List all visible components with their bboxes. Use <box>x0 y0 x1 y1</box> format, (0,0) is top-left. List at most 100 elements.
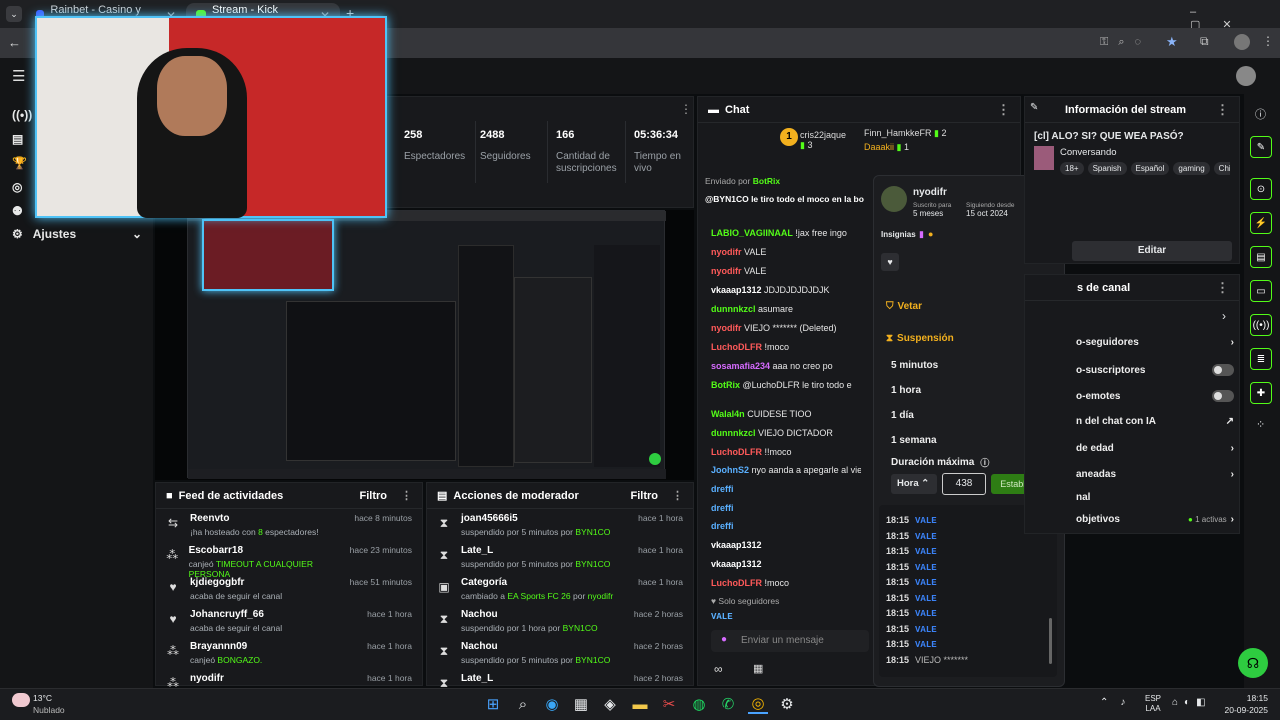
chat-message[interactable]: sosamafia234 aaa no creo po <box>711 361 861 371</box>
infinity-icon[interactable]: ∞ <box>714 662 723 676</box>
extensions-icon[interactable]: ⧉ <box>1200 34 1209 49</box>
kebab-menu-icon[interactable]: ⋮ <box>997 102 1010 118</box>
support-headset-icon[interactable]: ☊ <box>1238 648 1268 678</box>
settings-row[interactable]: n del chat con IA ↗ <box>1076 416 1234 427</box>
scrollbar[interactable] <box>1049 618 1052 664</box>
kebab-menu-icon[interactable]: ⋮ <box>680 102 692 116</box>
chat-message[interactable]: vkaaap1312 <box>711 559 861 569</box>
category-link[interactable]: Conversando <box>1060 147 1117 158</box>
toggle[interactable] <box>1212 390 1234 402</box>
pinned-message[interactable]: Enviado por BotRix @BYN1CO le tiro todo … <box>705 176 865 204</box>
chat-username[interactable]: dunnnkzcl <box>711 428 756 438</box>
unit-select[interactable]: Hora ⌃ <box>891 474 937 494</box>
chat-message[interactable]: dreffi <box>711 484 861 494</box>
chat-message[interactable]: LuchoDLFR !moco <box>711 578 861 588</box>
chat-message[interactable]: dunnnkzcl VIEJO DICTADOR <box>711 428 861 438</box>
edit-button[interactable]: Editar <box>1072 241 1232 261</box>
store-icon[interactable]: ▦ <box>753 662 763 675</box>
whatsapp-icon[interactable]: ✆ <box>718 694 738 714</box>
chat-username[interactable]: vkaaap1312 <box>711 540 762 550</box>
chat-username[interactable]: nyodifr <box>711 323 742 333</box>
list-item[interactable]: ⧗ Nachou suspendido por 5 minutos por BYN1… <box>427 641 693 673</box>
tag[interactable]: Español <box>1130 162 1170 175</box>
profile-avatar[interactable] <box>1234 34 1250 50</box>
chat-username[interactable]: JoohnS2 <box>711 465 749 475</box>
nav-item-stream[interactable]: ((•)) <box>12 108 32 122</box>
tray-icons-icon[interactable]: ⌃♪ <box>1100 697 1137 708</box>
settings-row[interactable]: o-suscriptores <box>1076 364 1234 376</box>
chat-input[interactable]: Enviar un mensaje <box>711 630 869 652</box>
edit-icon[interactable]: ✎ <box>1250 136 1272 158</box>
list-item[interactable]: ♥ kjdiegogbfr acaba de seguir el canal hace… <box>156 577 422 609</box>
emote-bar[interactable]: VALE <box>711 610 861 626</box>
chat-username[interactable]: LuchoDLFR <box>711 447 762 457</box>
list-item[interactable]: ⧗ joan45666i5 suspendido por 5 minutos por… <box>427 513 693 545</box>
chat-username[interactable]: dreffi <box>711 484 734 494</box>
list-item[interactable]: ⁂ nyodifr hace 1 hora <box>156 673 422 687</box>
chat-username[interactable]: Walal4n <box>711 409 745 419</box>
windows-start-icon[interactable]: ⊞ <box>483 694 503 714</box>
edge-icon[interactable]: ◉ <box>542 694 562 714</box>
chat-message[interactable]: JoohnS2 nyo aanda a apegarle al viejo k <box>711 465 861 475</box>
list-item[interactable]: ⇆ Reenvto ¡ha hosteado con 8 espectadores!… <box>156 513 422 545</box>
search-icon[interactable]: ⌕ <box>513 694 533 714</box>
chat-message[interactable]: dreffi <box>711 503 861 513</box>
chat-message[interactable]: nyodifr VIEJO ******* (Deleted) <box>711 323 861 333</box>
tag[interactable]: 18+ <box>1060 162 1084 175</box>
dots-icon[interactable]: ⁘ <box>1256 418 1265 431</box>
chat-username[interactable]: LuchoDLFR <box>711 342 762 352</box>
chat-icon[interactable]: ▭ <box>1250 280 1272 302</box>
chat-username[interactable]: sosamafia234 <box>711 361 770 371</box>
chat-username[interactable]: nyodifr <box>711 266 742 276</box>
kebab-menu-icon[interactable]: ⋮ <box>1216 102 1229 118</box>
top-gifter-3[interactable]: Daaakii ▮ 1 <box>864 142 909 153</box>
toggle[interactable] <box>1212 364 1234 376</box>
chat-username[interactable]: BotRix <box>711 380 740 390</box>
broadcast-icon[interactable]: ((•)) <box>1250 314 1272 336</box>
spotify-icon[interactable]: ◍ <box>689 694 709 714</box>
kebab-menu-icon[interactable]: ⋮ <box>672 489 683 502</box>
info-icon[interactable]: ⓘ <box>1255 106 1266 122</box>
language-indicator[interactable]: ESP LAA <box>1145 694 1161 714</box>
list-item[interactable]: ▣ Categoría cambiado a EA Sports FC 26 por… <box>427 577 693 609</box>
chat-message[interactable]: vkaaap1312 JDJDJDJDJDJK <box>711 285 861 295</box>
mod-filter-button[interactable]: Filtro <box>631 490 659 502</box>
nav-item-settings[interactable]: ⚙ Ajustes ⌄ <box>12 227 142 241</box>
chat-message[interactable]: dreffi <box>711 521 861 531</box>
list-item[interactable]: ⧗ Late_L hace 2 horas <box>427 673 693 687</box>
list-item[interactable]: ♥ Johancruyff_66 acaba de seguir el canal h… <box>156 609 422 641</box>
top-gifter-1[interactable]: cris22jaque ▮ 3 <box>800 130 846 151</box>
toolbar-icons-icon[interactable]: ⚿⌕◌ <box>1100 36 1151 49</box>
list-item[interactable]: ⧗ Nachou suspendido por 1 hora por BYN1CO h… <box>427 609 693 641</box>
chat-message[interactable]: Walal4n CUIDESE TIOO <box>711 409 861 419</box>
clock[interactable]: 18:15 20-09-2025 <box>1220 693 1268 715</box>
chat-username[interactable]: vkaaap1312 <box>711 559 762 569</box>
settings-row[interactable]: nal <box>1076 492 1234 503</box>
chat-username[interactable]: dreffi <box>711 521 734 531</box>
nav-item-e[interactable]: ◎ <box>12 180 22 194</box>
menu-icon[interactable]: ⋮ <box>1262 34 1274 48</box>
list-item[interactable]: ⁂ Escobarr18 canjeó TIMEOUT A CUALQUIER PE… <box>156 545 422 579</box>
nav-item-m[interactable]: ▤ <box>12 132 23 146</box>
chat-username[interactable]: LABIO_VAGIINAAL <box>711 228 793 238</box>
chat-message[interactable]: LuchoDLFR !moco <box>711 342 861 352</box>
settings-row[interactable]: objetivos ● 1 activas › <box>1076 514 1234 525</box>
store-icon[interactable]: ▦ <box>571 694 591 714</box>
bookmark-star-icon[interactable]: ★ <box>1166 34 1178 50</box>
chrome-icon[interactable]: ◎ <box>748 694 768 714</box>
snip-icon[interactable]: ✂ <box>659 694 679 714</box>
bolt-icon[interactable]: ⚡ <box>1250 212 1272 234</box>
nav-item-trophy[interactable]: 🏆 <box>12 156 27 170</box>
chat-message[interactable]: nyodifr VALE <box>711 266 861 276</box>
duration-input[interactable]: 438 <box>942 473 986 495</box>
kebab-menu-icon[interactable]: ⋮ <box>401 489 412 502</box>
wrench-icon[interactable]: ✚ <box>1250 382 1272 404</box>
tag[interactable]: Spanish <box>1087 162 1127 175</box>
follow-heart-button[interactable]: ♥ <box>881 253 899 271</box>
chat-username[interactable]: dreffi <box>711 503 734 513</box>
chevron-right-icon[interactable]: › <box>1222 309 1226 323</box>
chat-message[interactable]: LABIO_VAGIINAAL !jax free ingo <box>711 228 861 238</box>
chat-username[interactable]: nyodifr <box>711 247 742 257</box>
settings-row[interactable]: de edad › <box>1076 443 1234 454</box>
tag[interactable]: gaming <box>1173 162 1210 175</box>
